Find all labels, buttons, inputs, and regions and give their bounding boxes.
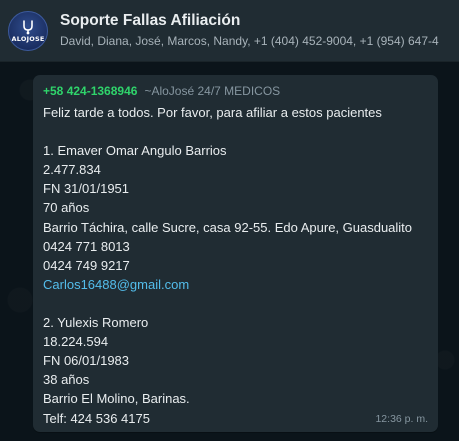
- patient-1-email-link[interactable]: Carlos16488@gmail.com: [43, 275, 428, 294]
- chat-title: Soporte Fallas Afiliación: [60, 12, 241, 29]
- sender-phone[interactable]: +58 424-1368946: [43, 84, 137, 98]
- message-timestamp: 12:36 p. m.: [375, 413, 428, 425]
- patient-2-age: 38 años: [43, 372, 90, 388]
- patient-2-name: 2. Yulexis Romero: [43, 315, 149, 331]
- patient-1-address: Barrio Táchira, calle Sucre, casa 92-55.…: [43, 219, 413, 235]
- chat-header[interactable]: ALOJOSE Soporte Fallas Afiliación David,…: [0, 0, 459, 62]
- message-text: Feliz tarde a todos. Por favor, para afi…: [43, 103, 428, 428]
- patient-1-birthdate: FN 31/01/1951: [43, 181, 130, 197]
- chat-window: ALOJOSE Soporte Fallas Afiliación David,…: [0, 0, 459, 441]
- sender-name: ~AloJosé 24/7 MEDICOS: [144, 84, 281, 98]
- patient-2-address: Barrio El Molino, Barinas.: [43, 391, 190, 407]
- patient-1-phone-2: 0424 749 9217: [43, 257, 130, 273]
- message-bubble[interactable]: +58 424-1368946 ~AloJosé 24/7 MEDICOS Fel…: [33, 75, 438, 432]
- avatar-logo-text: ALOJOSE: [11, 34, 45, 43]
- stethoscope-logo-icon: [23, 19, 33, 35]
- patient-2-id: 18.224.594: [43, 334, 109, 350]
- message-greeting: Feliz tarde a todos. Por favor, para afi…: [43, 105, 382, 120]
- patient-1-id: 2.477.834: [43, 162, 101, 178]
- patient-2-birthdate: FN 06/01/1983: [43, 353, 130, 369]
- chat-info[interactable]: Soporte Fallas Afiliación David, Diana, …: [60, 11, 439, 50]
- message-sender: +58 424-1368946 ~AloJosé 24/7 MEDICOS: [43, 83, 428, 100]
- patient-2-phone: Telf: 424 536 4175: [43, 410, 150, 426]
- patient-1-age: 70 años: [43, 200, 90, 216]
- patient-1-name: 1. Emaver Omar Angulo Barrios: [43, 143, 227, 159]
- chat-participants: David, Diana, José, Marcos, Nandy, +1 (4…: [60, 34, 439, 48]
- patient-1-phone-1: 0424 771 8013: [43, 238, 130, 254]
- group-avatar[interactable]: ALOJOSE: [8, 10, 48, 51]
